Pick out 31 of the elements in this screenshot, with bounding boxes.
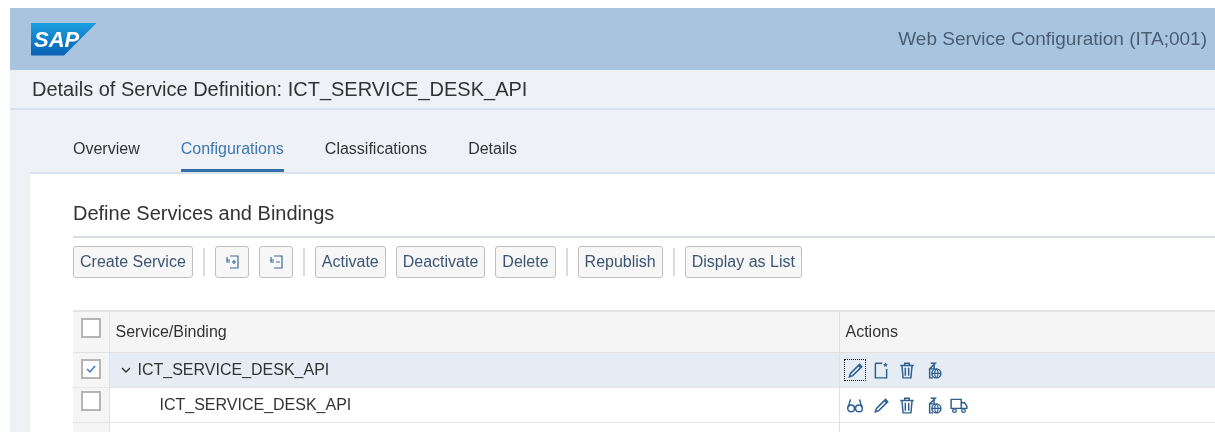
tab[interactable]: Overview: [73, 137, 140, 172]
expand-all-icon: [223, 254, 240, 270]
toolbar-button[interactable]: Display as List: [684, 246, 802, 278]
checkbox[interactable]: [81, 318, 101, 339]
toolbar-button[interactable]: Deactivate: [395, 246, 486, 278]
app-title: Web Service Configuration (ITA;001): [898, 26, 1207, 51]
trash-icon: [897, 360, 916, 379]
checkbox[interactable]: [81, 391, 101, 411]
pencil-icon: [871, 395, 890, 414]
toolbar-button[interactable]: Create Service: [73, 246, 193, 278]
service-name: ICT_SERVICE_DESK_API: [137, 359, 330, 380]
collapse-all-icon: [267, 254, 284, 270]
tab[interactable]: Classifications: [324, 137, 428, 172]
pencil-button[interactable]: [843, 358, 866, 381]
column-header: Actions: [845, 322, 898, 340]
service-name: ICT_SERVICE_DESK_API: [159, 394, 352, 415]
page-title: Details of Service Definition: ICT_SERVICE_DESK_API: [32, 77, 528, 103]
tab[interactable]: Details: [468, 137, 518, 172]
name-cell[interactable]: ICT_SERVICE_DESK_API: [109, 352, 839, 387]
section-title: Define Services and Bindings: [73, 201, 335, 226]
collapse-all-button[interactable]: [258, 246, 293, 278]
column-header: Service/Binding: [115, 322, 227, 340]
sap-logo: SAP: [31, 22, 97, 56]
toolbar-button[interactable]: Activate: [314, 246, 386, 278]
pencil-icon: [845, 360, 864, 379]
toolbar-button[interactable]: Delete: [495, 246, 556, 278]
checkbox[interactable]: [81, 358, 101, 379]
name-cell[interactable]: ICT_SERVICE_DESK_API: [109, 387, 839, 422]
toolbar-button[interactable]: Republish: [577, 246, 663, 278]
trash-icon: [897, 395, 916, 414]
expand-all-button[interactable]: [214, 246, 249, 278]
